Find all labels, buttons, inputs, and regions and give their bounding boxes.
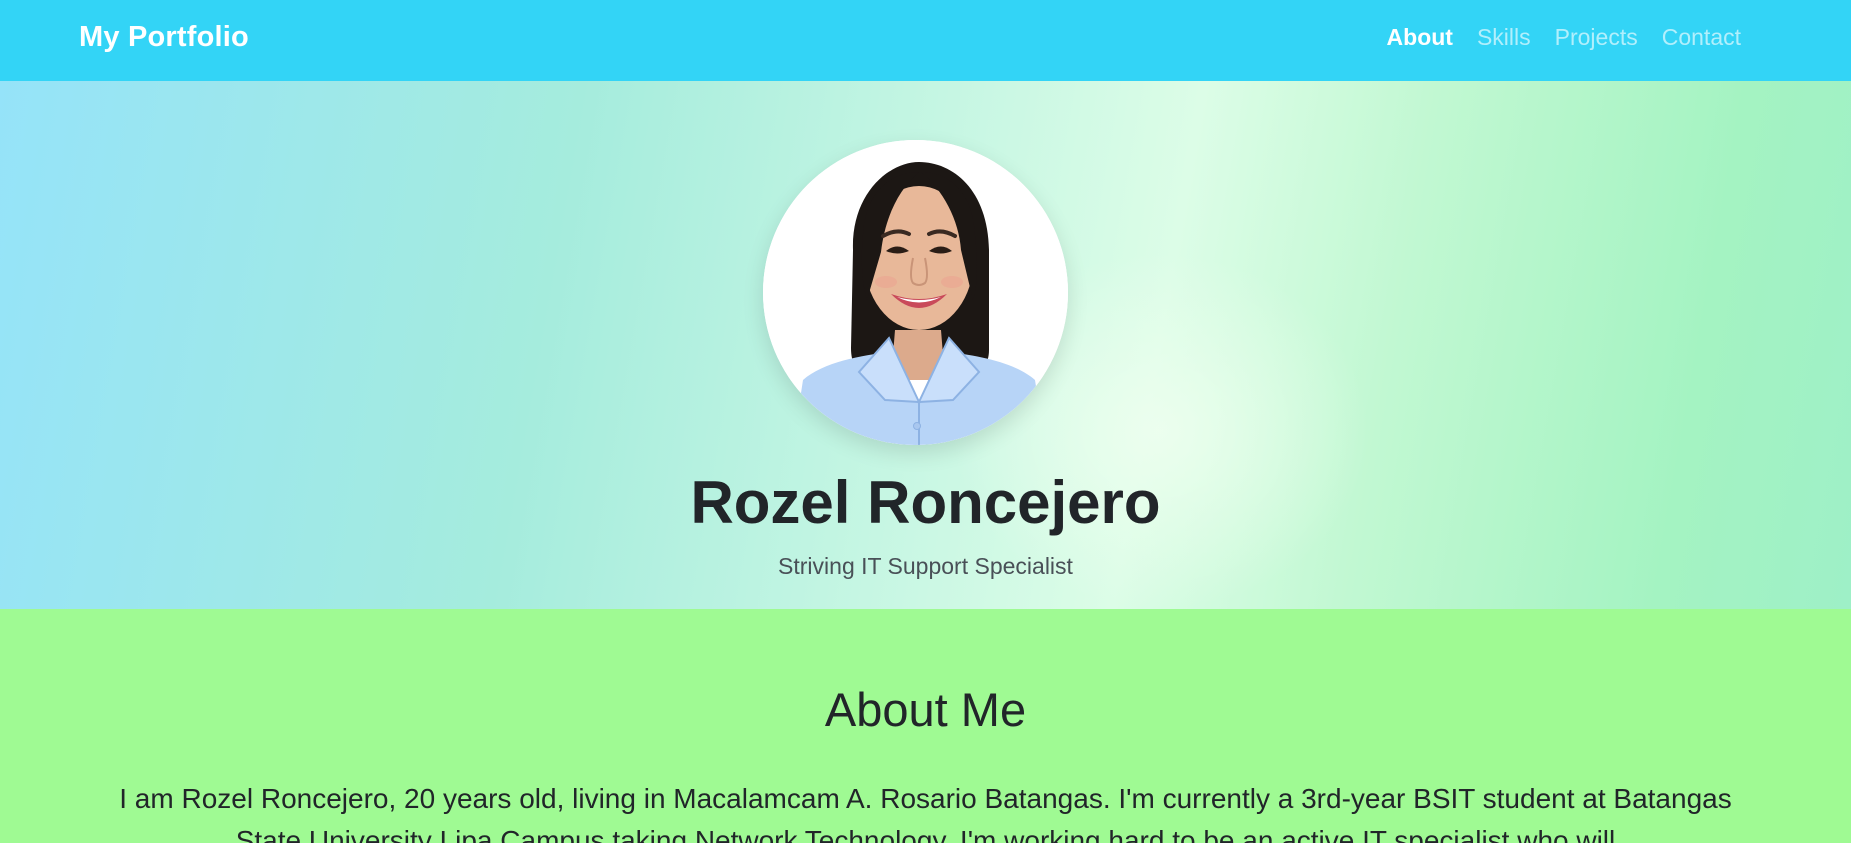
about-text: I am Rozel Roncejero, 20 years old, livi… — [119, 783, 1732, 846]
nav-link-projects[interactable]: Projects — [1555, 24, 1638, 51]
about-title: About Me — [824, 683, 1027, 736]
brand-logo[interactable]: My Portfolio — [79, 21, 249, 54]
profile-avatar — [763, 140, 1068, 445]
nav-links: About Skills Projects Contact — [1387, 24, 1741, 51]
about-section: About Me I am Rozel Roncejero, 20 years … — [0, 609, 1851, 846]
nav-link-contact[interactable]: Contact — [1662, 24, 1741, 51]
nav-link-skills[interactable]: Skills — [1477, 24, 1531, 51]
hero-tagline: Striving IT Support Specialist — [778, 553, 1073, 579]
profile-photo — [763, 140, 1068, 445]
nav-link-about[interactable]: About — [1387, 24, 1453, 51]
hero-name: Rozel Roncejero — [690, 469, 1161, 536]
hero-section: Rozel Roncejero Striving IT Support Spec… — [0, 81, 1851, 609]
navbar: My Portfolio About Skills Projects Conta… — [0, 0, 1851, 81]
